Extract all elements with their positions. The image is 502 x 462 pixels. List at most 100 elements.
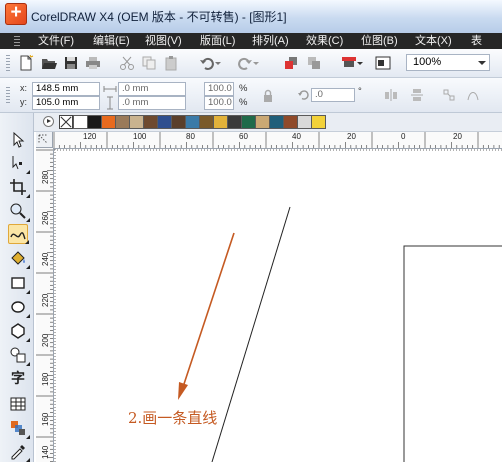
crop-tool[interactable] bbox=[8, 177, 30, 198]
shape-tool[interactable] bbox=[8, 153, 30, 174]
scale-x-input[interactable]: 100.0 bbox=[204, 82, 234, 96]
color-swatch[interactable] bbox=[227, 115, 242, 129]
paste-button[interactable] bbox=[162, 54, 180, 72]
ruler-origin-corner[interactable] bbox=[36, 132, 53, 148]
vertical-ruler[interactable]: 280 260 240 220 200 180 160 140 bbox=[36, 148, 54, 462]
color-swatch[interactable] bbox=[269, 115, 284, 129]
menu-grip-icon[interactable] bbox=[14, 36, 20, 46]
propbar-grip-icon[interactable] bbox=[6, 87, 10, 103]
color-swatch[interactable] bbox=[297, 115, 312, 129]
menu-arrange[interactable]: 排列(A) bbox=[252, 33, 289, 49]
page-outline bbox=[403, 245, 502, 462]
redo-dropdown[interactable] bbox=[252, 54, 260, 72]
color-swatch[interactable] bbox=[157, 115, 172, 129]
cut-button[interactable] bbox=[118, 54, 136, 72]
flyout-indicator-icon bbox=[25, 240, 29, 244]
color-swatch[interactable] bbox=[115, 115, 130, 129]
chevron-down-icon bbox=[357, 62, 363, 65]
menu-layout[interactable]: 版面(L) bbox=[200, 33, 235, 49]
color-swatch[interactable] bbox=[73, 115, 88, 129]
color-swatch[interactable] bbox=[129, 115, 144, 129]
new-document-icon bbox=[20, 55, 34, 71]
smart-fill-tool[interactable] bbox=[8, 248, 30, 269]
title-bar[interactable]: + CorelDRAW X4 (OEM 版本 - 不可转售) - [图形1] bbox=[0, 0, 502, 34]
chevron-down-icon bbox=[253, 62, 259, 65]
color-swatch[interactable] bbox=[87, 115, 102, 129]
polygon-tool[interactable] bbox=[8, 321, 30, 342]
pick-tool[interactable] bbox=[8, 130, 28, 150]
blend-icon bbox=[11, 421, 25, 435]
save-button[interactable] bbox=[62, 54, 80, 72]
color-swatch[interactable] bbox=[101, 115, 116, 129]
mirror-horizontal-icon[interactable] bbox=[384, 88, 398, 102]
undo-dropdown[interactable] bbox=[214, 54, 222, 72]
drawing-canvas[interactable]: 2.画一条直线 bbox=[54, 149, 502, 462]
undo-icon bbox=[200, 57, 214, 70]
ellipse-tool[interactable] bbox=[8, 297, 30, 318]
menu-effects[interactable]: 效果(C) bbox=[306, 33, 343, 49]
basic-shapes-tool[interactable] bbox=[8, 345, 30, 366]
paint-bucket-icon bbox=[11, 251, 25, 265]
color-swatch[interactable] bbox=[311, 115, 326, 129]
flyout-indicator-icon bbox=[26, 458, 30, 462]
open-button[interactable] bbox=[40, 54, 58, 72]
color-swatch[interactable] bbox=[213, 115, 228, 129]
print-button[interactable] bbox=[84, 54, 102, 72]
no-color-swatch[interactable] bbox=[59, 115, 73, 129]
x-position-input[interactable]: 148.5 mm bbox=[32, 82, 100, 96]
color-swatch[interactable] bbox=[185, 115, 200, 129]
welcome-screen-button[interactable] bbox=[374, 54, 392, 72]
launcher-dropdown[interactable] bbox=[356, 54, 364, 72]
y-position-input[interactable]: 105.0 mm bbox=[32, 96, 100, 110]
chevron-down-icon bbox=[215, 62, 221, 65]
height-input[interactable]: .0 mm bbox=[118, 96, 186, 110]
export-button[interactable] bbox=[305, 54, 323, 72]
convert-curve-icon[interactable] bbox=[466, 88, 480, 102]
color-swatch[interactable] bbox=[171, 115, 186, 129]
horizontal-ruler-ticks bbox=[53, 132, 500, 148]
menu-view[interactable]: 视图(V) bbox=[145, 33, 182, 49]
ruler-left-label: 260 bbox=[41, 211, 50, 225]
import-button[interactable] bbox=[282, 54, 300, 72]
width-icon bbox=[103, 82, 117, 96]
copy-button[interactable] bbox=[140, 54, 158, 72]
width-input[interactable]: .0 mm bbox=[118, 82, 186, 96]
degree-unit-icon: ° bbox=[358, 86, 362, 97]
rectangle-tool[interactable] bbox=[8, 273, 30, 294]
lock-ratio-icon[interactable] bbox=[261, 89, 275, 103]
rotation-angle-input[interactable]: .0 bbox=[311, 88, 355, 102]
new-document-button[interactable] bbox=[17, 54, 35, 72]
table-tool[interactable] bbox=[8, 394, 28, 414]
basic-shapes-icon bbox=[10, 347, 26, 363]
interactive-blend-tool[interactable] bbox=[8, 418, 30, 439]
color-swatch[interactable] bbox=[255, 115, 270, 129]
ellipse-icon bbox=[11, 301, 25, 313]
menu-edit[interactable]: 编辑(E) bbox=[93, 33, 130, 49]
text-tool[interactable]: 字 bbox=[8, 368, 28, 388]
mirror-vertical-icon[interactable] bbox=[410, 88, 424, 102]
print-icon bbox=[86, 57, 100, 69]
color-swatch[interactable] bbox=[199, 115, 214, 129]
chevron-down-icon[interactable] bbox=[478, 61, 486, 65]
scissors-icon bbox=[120, 56, 134, 70]
drawn-straight-line[interactable] bbox=[211, 206, 291, 462]
menu-file[interactable]: 文件(F) bbox=[38, 33, 74, 49]
eyedropper-tool[interactable] bbox=[8, 441, 30, 462]
zoom-level-select[interactable]: 100% bbox=[406, 54, 490, 71]
freehand-tool[interactable] bbox=[8, 224, 29, 244]
copy-icon bbox=[142, 56, 156, 70]
color-swatch[interactable] bbox=[283, 115, 298, 129]
zoom-tool[interactable] bbox=[8, 201, 30, 222]
menu-text[interactable]: 文本(X) bbox=[415, 33, 452, 49]
color-swatch[interactable] bbox=[241, 115, 256, 129]
node-align-icon[interactable] bbox=[442, 88, 456, 102]
horizontal-ruler[interactable]: 120 100 80 60 40 20 0 20 bbox=[36, 132, 502, 149]
menu-bitmaps[interactable]: 位图(B) bbox=[361, 33, 398, 49]
coreldraw-app-icon[interactable]: + bbox=[5, 2, 27, 25]
toolbar-grip-icon[interactable] bbox=[6, 55, 10, 71]
menu-table[interactable]: 表 bbox=[471, 33, 482, 49]
palette-scroll-arrow-icon[interactable] bbox=[43, 116, 54, 127]
ruler-top-label: 20 bbox=[347, 132, 356, 141]
scale-y-input[interactable]: 100.0 bbox=[204, 96, 234, 110]
color-swatch[interactable] bbox=[143, 115, 158, 129]
